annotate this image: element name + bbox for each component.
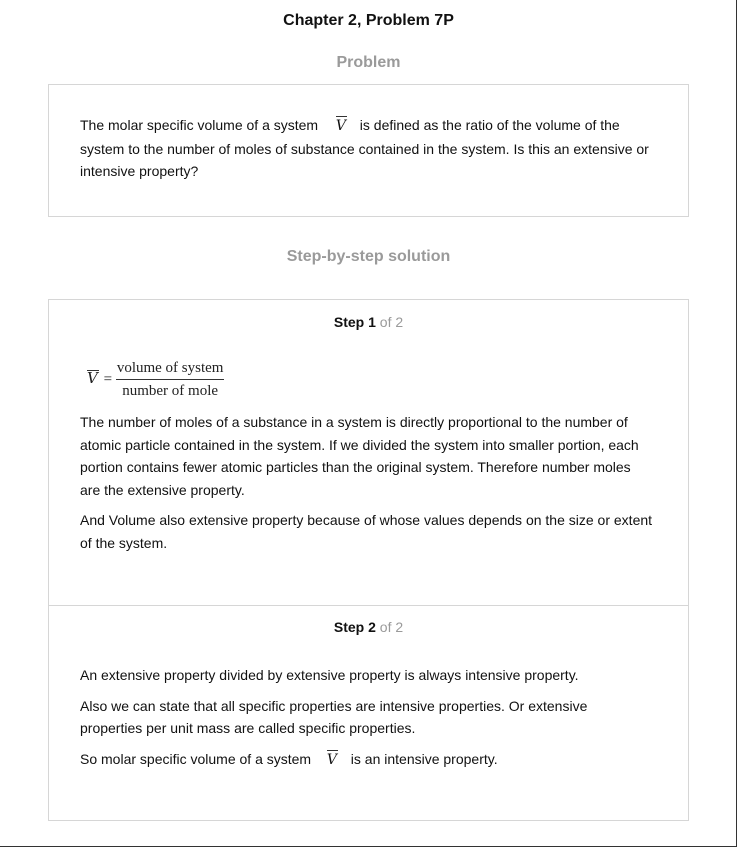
formula-fraction: volume of system number of mole [115,360,225,400]
molar-volume-formula: V = volume of system number of mole [85,360,225,400]
formula-equals: = [103,371,113,388]
conclusion-text-before: So molar specific volume of a system [80,750,312,767]
step-1-title: Step 1 of 2 [49,314,688,330]
formula-denominator: number of mole [122,383,219,399]
step-1-line: atomic particle contained in the system.… [80,436,639,453]
step-1-label: Step [333,314,365,330]
step-2-of-total: of 2 [379,619,404,635]
solution-page: Chapter 2, Problem 7P Problem The molar … [0,0,737,847]
problem-box: The molar specific volume of a system V … [48,84,689,217]
molar-volume-symbol: V [334,115,348,138]
molar-volume-symbol: V [325,749,339,772]
step-1-line: portion contains fewer atomic particles … [80,459,631,475]
formula-numerator: volume of system [115,360,225,380]
problem-line-1: The molar specific volume of a system V … [80,114,670,138]
problem-line-2: system to the number of moles of substan… [80,140,649,157]
formula-lhs: V [86,369,99,388]
problem-line-3: intensive property? [80,163,199,179]
page-title: Chapter 2, Problem 7P [283,12,454,29]
conclusion-text-after: is an intensive property. [350,750,498,767]
step-1-of-total: of 2 [379,314,404,330]
step-1-line: And Volume also extensive property becau… [80,512,653,528]
step-2-title: Step 2 of 2 [49,619,688,635]
step-2-conclusion: So molar specific volume of a system V i… [80,748,680,772]
step-1-body: The number of moles of a substance in a … [80,411,680,554]
step-2-label: Step [333,619,365,635]
step-1-number: 1 [368,314,376,330]
step-divider [49,605,688,606]
step-2-line: properties per unit mass are called spec… [80,720,416,736]
step-2-line: An extensive property divided by extensi… [80,667,579,683]
step-2-line: Also we can state that all specific prop… [80,697,588,714]
problem-text-before: The molar specific volume of a system [80,117,319,133]
solution-box: Step 1 of 2 V = volume of system number … [48,299,689,821]
step-1-line: of the system. [80,534,168,551]
problem-heading: Problem [336,54,401,71]
step-2-number: 2 [368,619,376,635]
step-2-body: An extensive property divided by extensi… [80,664,680,771]
step-1-line: The number of moles of a substance in a … [80,414,628,430]
problem-text: The molar specific volume of a system V … [80,114,670,183]
solution-heading: Step-by-step solution [286,248,451,265]
step-1-line: are the extensive property. [80,481,245,498]
problem-text-after: is defined as the ratio of the volume of… [359,117,620,133]
